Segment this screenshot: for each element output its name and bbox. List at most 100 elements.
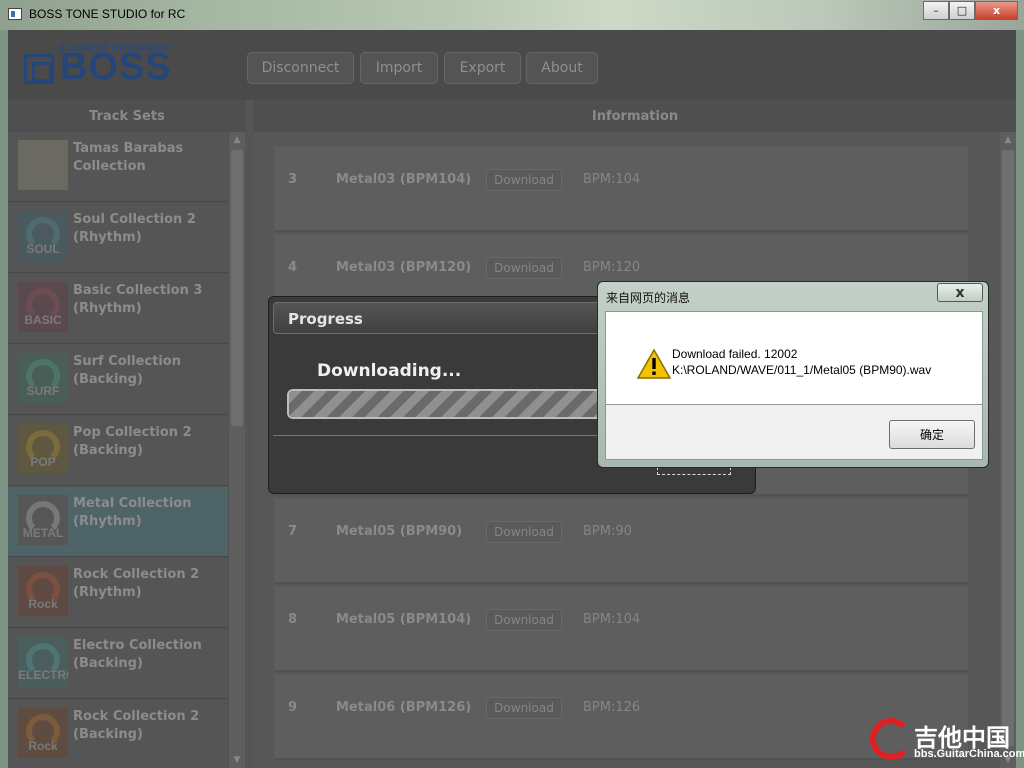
watermark-url: bbs.GuitarChina.com — [914, 748, 1024, 760]
minimize-button[interactable]: – — [923, 1, 949, 20]
track-set-subtitle: (Backing) — [73, 443, 143, 458]
downloading-message: Downloading... — [317, 361, 462, 381]
track-set-item[interactable]: BASIC Basic Collection 3 (Rhythm) — [8, 274, 228, 344]
track-set-label: Soul Collection 2 (Rhythm) — [73, 211, 223, 247]
import-button[interactable]: Import — [360, 52, 438, 84]
track-set-subtitle: (Backing) — [73, 656, 143, 671]
track-set-thumbnail: SURF — [18, 353, 68, 403]
track-set-title: Soul Collection 2 — [73, 212, 196, 227]
scroll-up-icon[interactable]: ▲ — [1000, 132, 1016, 148]
download-button[interactable]: Download — [486, 257, 562, 279]
message-box-body: Download failed. 12002 K:\ROLAND/WAVE/01… — [605, 311, 983, 405]
track-set-item[interactable]: SURF Surf Collection (Backing) — [8, 345, 228, 415]
scroll-up-icon[interactable]: ▲ — [229, 132, 245, 148]
track-set-title: Basic Collection 3 — [73, 283, 203, 298]
scroll-down-icon[interactable]: ▼ — [229, 752, 245, 768]
track-set-subtitle: (Backing) — [73, 727, 143, 742]
boss-logo-text: BOSS — [60, 46, 172, 88]
track-set-title: Tamas Barabas — [73, 141, 184, 156]
window-close-button[interactable]: x — [975, 1, 1018, 20]
track-row: 8 Metal05 (BPM104) Download BPM:104 — [274, 586, 968, 672]
track-set-item[interactable]: Tamas Barabas Collection — [8, 132, 228, 202]
export-button[interactable]: Export — [444, 52, 521, 84]
track-set-label: Surf Collection (Backing) — [73, 353, 223, 389]
track-bpm: BPM:104 — [583, 172, 641, 187]
window-titlebar[interactable]: BOSS TONE STUDIO for RC – □ x — [0, 0, 1024, 30]
boss-logo-icon — [24, 54, 54, 84]
progress-bar-fill — [289, 391, 624, 417]
track-row: 7 Metal05 (BPM90) Download BPM:90 — [274, 498, 968, 584]
track-set-label: Electro Collection (Backing) — [73, 637, 223, 673]
app-header: a sound innovator BOSS Disconnect Import… — [8, 30, 1016, 100]
thumbnail-label: SOUL — [26, 242, 60, 256]
track-set-thumbnail: BASIC — [18, 282, 68, 332]
thumbnail-label: Rock — [28, 739, 58, 753]
track-bpm: BPM:90 — [583, 524, 632, 539]
download-button[interactable]: Download — [486, 609, 562, 631]
about-button[interactable]: About — [526, 52, 598, 84]
track-set-label: Pop Collection 2 (Backing) — [73, 424, 223, 460]
track-sets-scrollbar[interactable]: ▲ ▼ — [229, 132, 245, 768]
track-name: Metal03 (BPM104) — [336, 172, 472, 187]
window-frame-right — [1016, 30, 1024, 768]
track-set-item-selected[interactable]: METAL Metal Collection (Rhythm) — [8, 487, 228, 557]
track-set-thumbnail — [18, 140, 68, 190]
track-number: 7 — [288, 524, 298, 539]
track-sets-list: Tamas Barabas Collection SOUL Soul Collec… — [8, 132, 246, 768]
watermark: 吉他中国 bbs.GuitarChina.com — [868, 716, 1024, 768]
track-number: 3 — [288, 172, 298, 187]
track-set-item[interactable]: SOUL Soul Collection 2 (Rhythm) — [8, 203, 228, 273]
track-number: 4 — [288, 260, 298, 275]
progress-dialog-title: Progress — [288, 310, 363, 328]
track-name: Metal05 (BPM90) — [336, 524, 463, 539]
track-name: Metal05 (BPM104) — [336, 612, 472, 627]
download-button[interactable]: Download — [486, 169, 562, 191]
message-box-footer: 确定 — [605, 405, 983, 460]
track-set-item[interactable]: POP Pop Collection 2 (Backing) — [8, 416, 228, 486]
track-bpm: BPM:120 — [583, 260, 641, 275]
track-set-item[interactable]: Rock Rock Collection 2 (Backing) — [8, 700, 228, 768]
track-set-item[interactable]: Rock Rock Collection 2 (Rhythm) — [8, 558, 228, 628]
window-title: BOSS TONE STUDIO for RC — [29, 7, 186, 21]
track-set-item[interactable]: ELECTRO Electro Collection (Backing) — [8, 629, 228, 699]
thumbnail-label: SURF — [26, 384, 60, 398]
download-button[interactable]: Download — [486, 697, 562, 719]
track-row: 3 Metal03 (BPM104) Download BPM:104 — [274, 146, 968, 232]
scrollbar-thumb[interactable] — [231, 150, 243, 426]
track-set-label: Tamas Barabas Collection — [73, 140, 223, 176]
track-set-thumbnail: POP — [18, 424, 68, 474]
track-set-subtitle: (Rhythm) — [73, 514, 142, 529]
disconnect-button[interactable]: Disconnect — [247, 52, 354, 84]
track-set-title: Metal Collection — [73, 496, 192, 511]
track-number: 8 — [288, 612, 298, 627]
scrollbar-thumb[interactable] — [1002, 150, 1014, 746]
thumbnail-label: Rock — [28, 597, 58, 611]
track-bpm: BPM:104 — [583, 612, 641, 627]
track-set-label: Rock Collection 2 (Rhythm) — [73, 566, 223, 602]
track-bpm: BPM:126 — [583, 700, 641, 715]
track-set-thumbnail: Rock — [18, 708, 68, 758]
track-row: 9 Metal06 (BPM126) Download BPM:126 — [274, 674, 968, 760]
error-message-text: Download failed. 12002 — [672, 347, 798, 361]
ok-button[interactable]: 确定 — [889, 420, 975, 449]
information-scrollbar[interactable]: ▲ ▼ — [1000, 132, 1016, 768]
track-set-title: Rock Collection 2 — [73, 567, 200, 582]
guitarchina-logo-icon — [870, 718, 912, 760]
track-set-subtitle: (Backing) — [73, 372, 143, 387]
track-set-title: Surf Collection — [73, 354, 181, 369]
window-frame-left — [0, 30, 8, 768]
maximize-button[interactable]: □ — [949, 1, 975, 20]
error-message-box: 来自网页的消息 x Download failed. 12002 K:\ROLA… — [597, 281, 989, 468]
track-name: Metal06 (BPM126) — [336, 700, 472, 715]
message-box-title: 来自网页的消息 — [606, 291, 691, 305]
download-button[interactable]: Download — [486, 521, 562, 543]
track-set-thumbnail: METAL — [18, 495, 68, 545]
message-box-close-button[interactable]: x — [937, 283, 983, 302]
track-set-label: Rock Collection 2 (Backing) — [73, 708, 223, 744]
track-sets-header: Track Sets — [8, 100, 246, 132]
track-set-thumbnail: SOUL — [18, 211, 68, 261]
track-set-subtitle: (Rhythm) — [73, 301, 142, 316]
track-name: Metal03 (BPM120) — [336, 260, 472, 275]
track-set-title: Pop Collection 2 — [73, 425, 192, 440]
track-set-title: Electro Collection — [73, 638, 202, 653]
